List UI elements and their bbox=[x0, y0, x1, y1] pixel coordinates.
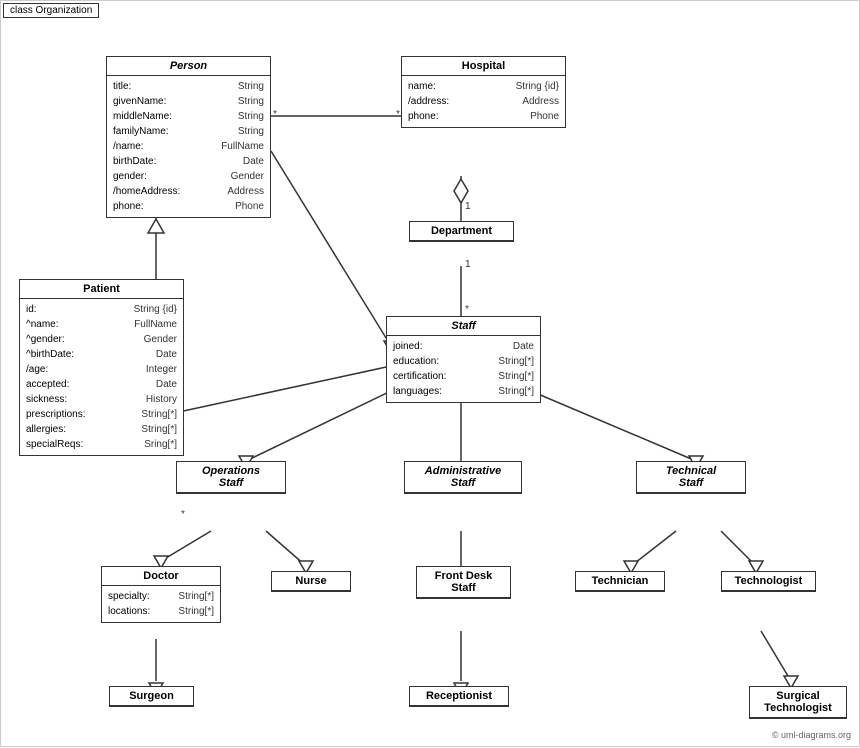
class-staff: Staff joined:Date education:String[*] ce… bbox=[386, 316, 541, 403]
technologist-title: Technologist bbox=[722, 572, 815, 591]
copyright: © uml-diagrams.org bbox=[772, 730, 851, 740]
mult-person-hospital: * bbox=[273, 109, 277, 120]
surgeon-title: Surgeon bbox=[110, 687, 193, 706]
class-nurse: Nurse bbox=[271, 571, 351, 592]
technical-staff-title: TechnicalStaff bbox=[637, 462, 745, 493]
class-front-desk-staff: Front DeskStaff bbox=[416, 566, 511, 599]
mult-dept-staff-star: * bbox=[465, 304, 469, 315]
class-receptionist: Receptionist bbox=[409, 686, 509, 707]
class-patient: Patient id:String {id} ^name:FullName ^g… bbox=[19, 279, 184, 456]
mult-ops-star: * bbox=[181, 509, 185, 520]
class-person: Person title:String givenName:String mid… bbox=[106, 56, 271, 218]
class-technologist: Technologist bbox=[721, 571, 816, 592]
diagram-title: class Organization bbox=[3, 3, 99, 18]
class-technical-staff: TechnicalStaff bbox=[636, 461, 746, 494]
doctor-title: Doctor bbox=[102, 567, 220, 586]
technician-title: Technician bbox=[576, 572, 664, 591]
class-department: Department bbox=[409, 221, 514, 242]
patient-attrs: id:String {id} ^name:FullName ^gender:Ge… bbox=[20, 299, 183, 455]
operations-staff-title: OperationsStaff bbox=[177, 462, 285, 493]
staff-attrs: joined:Date education:String[*] certific… bbox=[387, 336, 540, 402]
class-doctor: Doctor specialty:String[*] locations:Str… bbox=[101, 566, 221, 623]
mult-dept-staff-1: 1 bbox=[465, 259, 471, 270]
class-surgical-technologist: SurgicalTechnologist bbox=[749, 686, 847, 719]
class-operations-staff: OperationsStaff bbox=[176, 461, 286, 494]
diagram-container: class Organization bbox=[0, 0, 860, 747]
nurse-title: Nurse bbox=[272, 572, 350, 591]
hospital-attrs: name:String {id} /address:Address phone:… bbox=[402, 76, 565, 127]
doctor-attrs: specialty:String[*] locations:String[*] bbox=[102, 586, 220, 622]
administrative-staff-title: AdministrativeStaff bbox=[405, 462, 521, 493]
hospital-title: Hospital bbox=[402, 57, 565, 76]
front-desk-staff-title: Front DeskStaff bbox=[417, 567, 510, 598]
receptionist-title: Receptionist bbox=[410, 687, 508, 706]
department-title: Department bbox=[410, 222, 513, 241]
patient-title: Patient bbox=[20, 280, 183, 299]
class-technician: Technician bbox=[575, 571, 665, 592]
person-attrs: title:String givenName:String middleName… bbox=[107, 76, 270, 217]
class-administrative-staff: AdministrativeStaff bbox=[404, 461, 522, 494]
class-hospital: Hospital name:String {id} /address:Addre… bbox=[401, 56, 566, 128]
mult-hospital-dept: 1 bbox=[465, 201, 471, 212]
person-title: Person bbox=[107, 57, 270, 76]
mult-hospital-person: * bbox=[396, 109, 400, 120]
class-surgeon: Surgeon bbox=[109, 686, 194, 707]
surgical-technologist-title: SurgicalTechnologist bbox=[750, 687, 846, 718]
staff-title: Staff bbox=[387, 317, 540, 336]
